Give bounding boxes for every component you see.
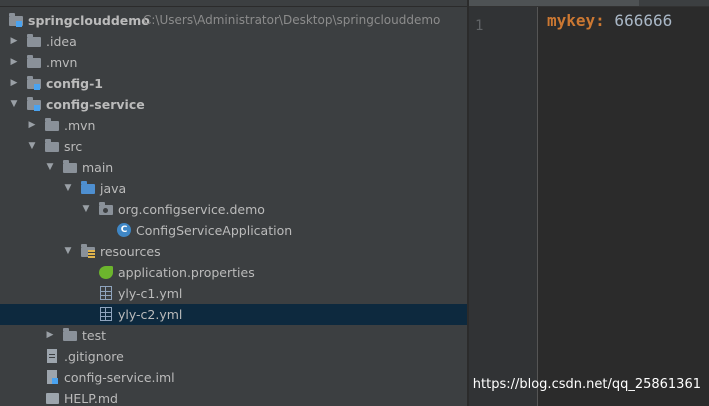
project-folder-icon [8,13,24,28]
editor-tab[interactable] [469,0,639,6]
folder-icon [62,160,78,175]
tree-item-root[interactable]: springclouddemo C:\Users\Administrator\D… [0,10,467,31]
tree-item-idea[interactable]: ▶ .idea [0,31,467,52]
tree-label: .gitignore [64,349,124,364]
editor[interactable]: 1 mykey: 666666 [469,0,709,406]
tree-label: config-service.iml [64,370,175,385]
chevron-down-icon[interactable]: ▼ [62,178,74,199]
code-line[interactable]: mykey: 666666 [547,11,672,30]
module-folder-icon [26,76,42,91]
tree-item-yml-c1[interactable]: yly-c1.yml [0,283,467,304]
yaml-file-icon [98,307,114,322]
chevron-down-icon[interactable]: ▼ [80,199,92,220]
module-file-icon [44,370,60,385]
tree-label: resources [100,244,161,259]
tree-label: test [82,328,107,343]
tree-label: yly-c2.yml [118,307,183,322]
chevron-right-icon[interactable]: ▶ [44,325,56,346]
chevron-down-icon[interactable]: ▼ [26,136,38,157]
tree-item-help[interactable]: HELP.md [0,388,467,406]
resources-folder-icon [80,244,96,259]
tree-item-application-properties[interactable]: application.properties [0,262,467,283]
spring-leaf-icon [98,265,114,280]
project-panel: springclouddemo C:\Users\Administrator\D… [0,0,467,406]
tree-item-iml[interactable]: config-service.iml [0,367,467,388]
tree-label: config-service [46,97,145,112]
root-label: springclouddemo [28,13,150,28]
text-file-icon [44,349,60,364]
chevron-down-icon[interactable]: ▼ [8,94,20,115]
markdown-file-icon [44,391,60,406]
tree-label: .idea [46,34,77,49]
tree-item-mvn[interactable]: ▶ .mvn [0,115,467,136]
tree-label: config-1 [46,76,103,91]
yaml-key: mykey: [547,11,605,30]
package-icon [98,202,114,217]
spring-boot-class-icon: C [116,223,132,238]
module-folder-icon [26,97,42,112]
tree-item-src[interactable]: ▼ src [0,136,467,157]
yaml-value: 666666 [604,11,673,30]
tree-label: org.configservice.demo [118,202,265,217]
chevron-right-icon[interactable]: ▶ [26,115,38,136]
tree-item-mvn-root[interactable]: ▶ .mvn [0,52,467,73]
chevron-right-icon[interactable]: ▶ [8,52,20,73]
editor-gutter: 1 [469,7,538,406]
tree-item-main[interactable]: ▼ main [0,157,467,178]
yaml-file-icon [98,286,114,301]
tree-item-yml-c2[interactable]: yly-c2.yml [0,304,467,325]
chevron-down-icon[interactable]: ▼ [44,157,56,178]
folder-icon [26,55,42,70]
chevron-down-icon[interactable]: ▼ [62,241,74,262]
tree-label: yly-c1.yml [118,286,183,301]
tree-item-package[interactable]: ▼ org.configservice.demo [0,199,467,220]
editor-tab-strip [469,0,709,7]
tree-label: HELP.md [64,391,118,406]
tree-label: java [100,181,127,196]
tree-label: ConfigServiceApplication [136,223,293,238]
panel-header [0,0,467,7]
tree-label: .mvn [46,55,78,70]
tree-item-config-1[interactable]: ▶ config-1 [0,73,467,94]
source-folder-icon [80,181,96,196]
tree-item-gitignore[interactable]: .gitignore [0,346,467,367]
tree-label: src [64,139,83,154]
folder-icon [44,139,60,154]
chevron-right-icon[interactable]: ▶ [8,31,20,52]
tree-label: main [82,160,114,175]
folder-icon [26,34,42,49]
watermark: https://blog.csdn.net/qq_25861361 [472,377,701,392]
tree-label: .mvn [64,118,96,133]
tree-item-config-service[interactable]: ▼ config-service [0,94,467,115]
folder-icon [62,328,78,343]
chevron-right-icon[interactable]: ▶ [8,73,20,94]
tree-item-java[interactable]: ▼ java [0,178,467,199]
tree-item-test[interactable]: ▶ test [0,325,467,346]
tree-item-main-class[interactable]: C ConfigServiceApplication [0,220,467,241]
folder-icon [44,118,60,133]
editor-tab[interactable] [645,0,709,6]
line-number: 1 [475,18,484,34]
root-path: C:\Users\Administrator\Desktop\springclo… [143,13,441,27]
tree-label: application.properties [118,265,255,280]
tree-item-resources[interactable]: ▼ resources [0,241,467,262]
